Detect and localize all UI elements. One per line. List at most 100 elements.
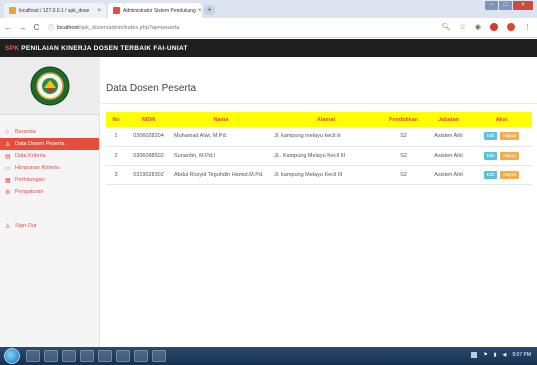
maximize-button[interactable]: □ xyxy=(499,1,512,10)
network-icon[interactable]: ▮ xyxy=(494,352,497,358)
forward-icon[interactable]: → xyxy=(17,23,28,32)
close-tab-icon[interactable]: × xyxy=(95,8,101,14)
column-header-nama: Nama xyxy=(213,116,229,123)
cell-pendidikan: S2 xyxy=(400,171,407,178)
cell-jabatan: Asisten Ahli xyxy=(434,133,463,140)
app-abbr: SPK xyxy=(5,44,20,52)
phpmyadmin-favicon-icon xyxy=(9,7,16,14)
clock-time[interactable]: 9:07 PM xyxy=(512,352,531,358)
edit-button[interactable]: Edit xyxy=(483,151,498,160)
browser-tab-admin[interactable]: Administrator Sistem Pendukung × xyxy=(108,3,202,18)
cell-alamat: JL. Kampung Melayu Kecil III xyxy=(274,152,346,159)
cell-aksi: Edit Hapus xyxy=(471,146,532,165)
sidebar-menu: ⌂ Beranda ♙ Data Dosen Peserta ▤ Data Kr… xyxy=(0,126,99,232)
taskbar-app-icon[interactable] xyxy=(116,350,130,362)
sidebar-item-data-kriteria[interactable]: ▤ Data Kriteria xyxy=(0,150,99,162)
cell-nidn: 0306098502 xyxy=(133,152,164,159)
taskbar-app-icon[interactable] xyxy=(62,350,76,362)
sidebar-item-perhitungan[interactable]: ▦ Perhitungan xyxy=(0,174,99,186)
sidebar-item-pengaturan[interactable]: ⚙ Pengaturan xyxy=(0,186,99,198)
sidebar-item-label: Perhitungan xyxy=(15,177,45,183)
flag-icon[interactable]: ⚑ xyxy=(483,352,487,358)
folder-icon: ▭ xyxy=(5,165,11,172)
minimize-button[interactable]: – xyxy=(485,1,498,10)
close-tab-icon[interactable]: × xyxy=(196,8,202,14)
column-header-jabatan: Jabatan xyxy=(438,116,459,123)
cell-jabatan: Asisten Ahli xyxy=(434,152,463,159)
sidebar-item-himpunan-kriteria[interactable]: ▭ Himpunan Kriteria xyxy=(0,162,99,174)
url-field[interactable]: ⓘ localhost /spk_dosen/admin/index.php?a… xyxy=(48,23,180,33)
table-row: 2 0306098502 Sunardin, M.Pd.I JL. Kampun… xyxy=(106,146,532,165)
sidebar-item-sign-out[interactable]: ♙ Sign Out xyxy=(0,220,99,232)
cell-nidn: 0306028204 xyxy=(133,133,164,140)
home-icon: ⌂ xyxy=(5,129,9,135)
extension-icon[interactable] xyxy=(490,23,498,31)
info-icon[interactable]: ⓘ xyxy=(48,23,54,32)
app-header: SPK PENILAIAN KINERJA DOSEN TERBAIK FAI-… xyxy=(0,39,537,57)
sidebar-item-beranda[interactable]: ⌂ Beranda xyxy=(0,126,99,138)
reload-icon[interactable]: C xyxy=(31,23,42,32)
column-header-aksi: Aksi xyxy=(495,116,508,123)
main-content: Data Dosen Peserta No NIDN Nama Alamat P… xyxy=(101,57,537,347)
taskbar-app-icon[interactable] xyxy=(44,350,58,362)
table-row: 3 0319028302 Abdul Rosyid Teguhdin Hamid… xyxy=(106,165,532,184)
cell-aksi: Edit Hapus xyxy=(471,127,532,146)
taskbar-app-icon[interactable] xyxy=(98,350,112,362)
pocket-icon[interactable]: ◉ xyxy=(475,23,481,31)
logo-area xyxy=(0,57,100,115)
menu-icon[interactable]: ⋮ xyxy=(524,23,531,31)
system-tray: ⚑ ▮ ◀ 9:07 PM xyxy=(471,352,531,358)
taskbar-app-icon[interactable] xyxy=(134,350,148,362)
extension-icon[interactable] xyxy=(507,23,515,31)
cell-pendidikan: S2 xyxy=(400,133,407,140)
sidebar-item-label: Himpunan Kriteria xyxy=(15,165,60,171)
browser-tab-strip: localhost / 127.0.0.1 / spk_dose × Admin… xyxy=(0,0,537,18)
browser-tab-phpmyadmin[interactable]: localhost / 127.0.0.1 / spk_dose × xyxy=(4,3,106,18)
sidebar-item-data-dosen-peserta[interactable]: ♙ Data Dosen Peserta xyxy=(0,138,99,150)
cell-no: 1 xyxy=(114,133,118,140)
cell-nama: Sunardin, M.Pd.I xyxy=(174,152,215,159)
column-header-pendidikan: Pendidikan xyxy=(388,116,419,123)
start-button[interactable] xyxy=(4,348,20,364)
new-tab-button[interactable]: + xyxy=(204,5,215,15)
cell-nama: Abdul Rosyid Teguhdin Hamid.M.Pd. xyxy=(174,171,264,178)
column-header-no: No xyxy=(112,116,120,123)
hapus-button[interactable]: Hapus xyxy=(500,132,520,141)
address-bar: ← → C ⓘ localhost /spk_dosen/admin/index… xyxy=(0,18,537,38)
address-bar-icons: 🔍︎ ☆ ◉ ⋮ xyxy=(442,23,531,31)
taskbar-app-icon[interactable] xyxy=(26,350,40,362)
window-controls: – □ × xyxy=(485,1,533,10)
edit-button[interactable]: Edit xyxy=(483,132,498,141)
hapus-button[interactable]: Hapus xyxy=(500,170,520,179)
table-header-row: No NIDN Nama Alamat Pendidikan Jabatan A… xyxy=(106,112,532,127)
list-icon: ▤ xyxy=(5,153,11,160)
calculator-icon: ▦ xyxy=(5,177,11,184)
app-title: PENILAIAN KINERJA DOSEN TERBAIK FAI-UNIA… xyxy=(21,44,188,52)
zoom-icon[interactable]: 🔍︎ xyxy=(442,23,451,31)
column-header-alamat: Alamat xyxy=(316,116,336,123)
table-row: 1 0306028204 Muhamad Alwi, M.Pd. Jl. kam… xyxy=(106,127,532,146)
url-host: localhost xyxy=(57,24,79,31)
sidebar-item-label: Data Dosen Peserta xyxy=(15,141,65,147)
user-icon: ♙ xyxy=(5,223,11,230)
close-window-button[interactable]: × xyxy=(513,1,533,10)
university-logo xyxy=(30,66,70,105)
cell-pendidikan: S2 xyxy=(400,152,407,159)
back-icon[interactable]: ← xyxy=(3,23,14,32)
taskbar-app-icon[interactable] xyxy=(152,350,166,362)
keyboard-icon[interactable] xyxy=(471,352,478,358)
taskbar-apps xyxy=(26,350,166,362)
hapus-button[interactable]: Hapus xyxy=(500,151,520,160)
taskbar: ⚑ ▮ ◀ 9:07 PM xyxy=(0,347,537,365)
page-title: Data Dosen Peserta xyxy=(106,83,197,94)
divider xyxy=(101,103,537,104)
star-icon[interactable]: ☆ xyxy=(460,23,466,31)
cell-nidn: 0319028302 xyxy=(133,171,164,178)
taskbar-app-icon[interactable] xyxy=(80,350,94,362)
sidebar-item-label: Data Kriteria xyxy=(15,153,46,159)
url-path: /spk_dosen/admin/index.php?ap=peserta xyxy=(78,24,180,31)
admin-favicon-icon xyxy=(113,7,120,14)
edit-button[interactable]: Edit xyxy=(483,170,498,179)
cell-nama: Muhamad Alwi, M.Pd. xyxy=(174,133,228,140)
volume-icon[interactable]: ◀ xyxy=(503,352,507,358)
